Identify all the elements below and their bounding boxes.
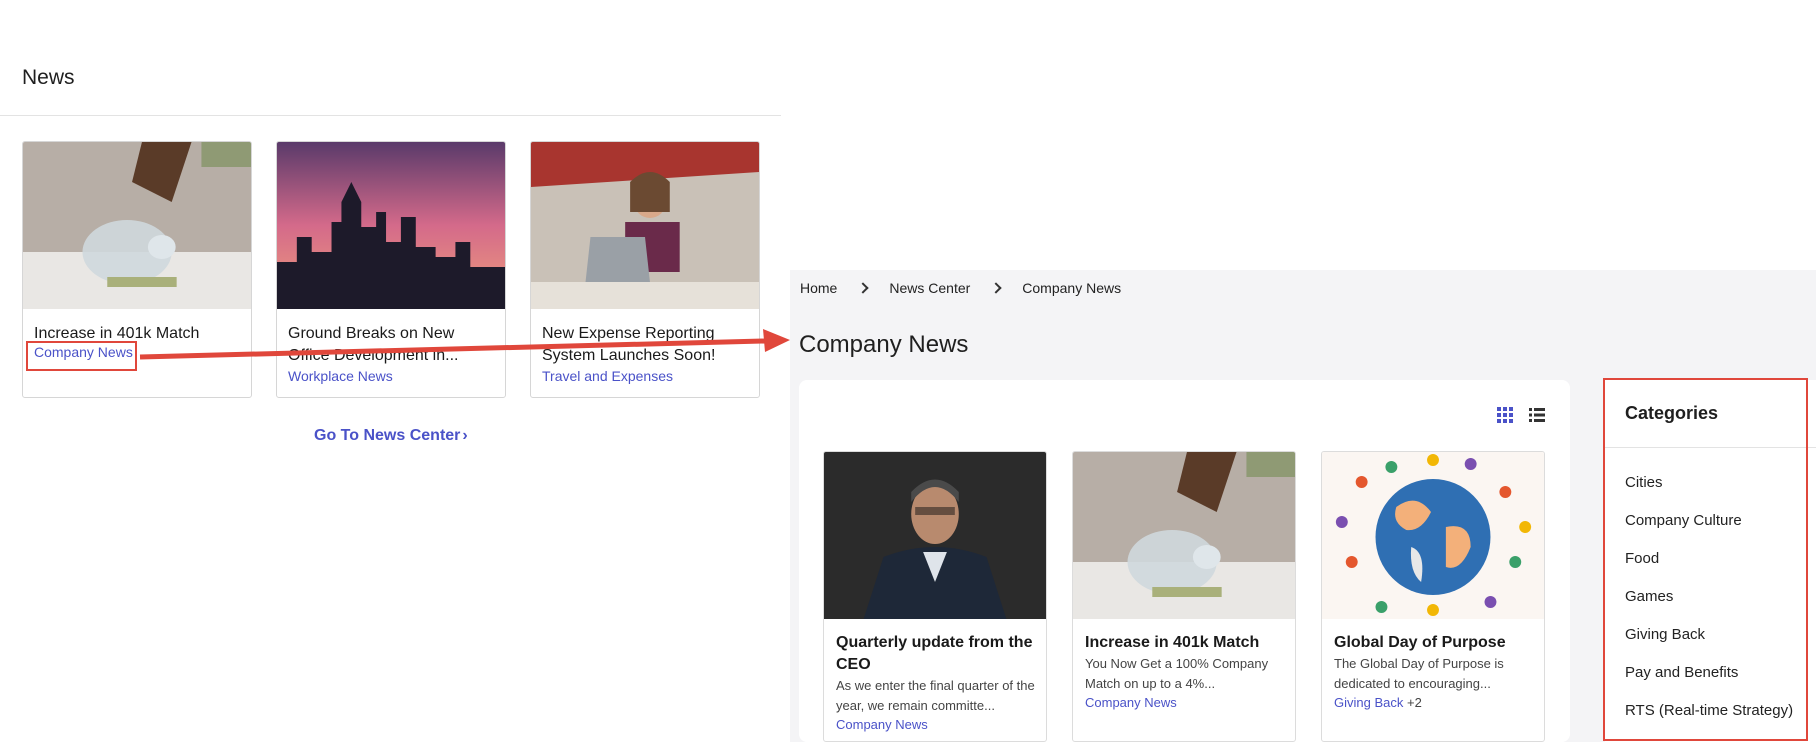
news-card-ceo[interactable]: Quarterly update from the CEO As we ente… <box>823 451 1047 742</box>
breadcrumb-news-center[interactable]: News Center <box>889 280 970 296</box>
card-category-link[interactable]: Workplace News <box>288 368 393 384</box>
piggy-bank-image <box>23 142 251 309</box>
news-card-global-day[interactable]: Global Day of Purpose The Global Day of … <box>1321 451 1545 742</box>
news-card-401k[interactable]: Increase in 401k Match You Now Get a 100… <box>1072 451 1296 742</box>
ceo-portrait-image <box>824 452 1046 619</box>
card-title[interactable]: Quarterly update from the CEO <box>836 632 1036 676</box>
card-description: As we enter the final quarter of the yea… <box>836 678 1035 713</box>
card-category-link[interactable]: Company News <box>1085 695 1177 710</box>
divider <box>0 115 781 116</box>
page-title: Company News <box>799 331 969 358</box>
breadcrumb-home[interactable]: Home <box>800 280 837 296</box>
highlight-box-category-link <box>26 341 137 371</box>
card-category-links: Giving Back +2 <box>1334 695 1422 710</box>
chevron-right-icon <box>990 282 1002 294</box>
card-category-link[interactable]: Giving Back <box>1334 695 1403 710</box>
highlight-box-categories <box>1603 378 1808 741</box>
breadcrumb: Home News Center Company News <box>800 280 1121 296</box>
chevron-right-icon <box>857 282 870 294</box>
globe-people-image <box>1322 452 1544 619</box>
woman-laptop-image <box>531 142 759 309</box>
go-to-news-center-link[interactable]: Go To News Center › <box>314 427 468 445</box>
card-description: You Now Get a 100% Company Match on up t… <box>1085 656 1269 691</box>
card-description: The Global Day of Purpose is dedicated t… <box>1334 656 1504 691</box>
news-widget-title: News <box>22 66 75 89</box>
breadcrumb-current: Company News <box>1022 280 1122 296</box>
grid-view-icon[interactable] <box>1497 407 1513 423</box>
card-category-link[interactable]: Company News <box>836 717 928 732</box>
piggy-bank-image <box>1073 452 1295 619</box>
list-view-icon[interactable] <box>1529 407 1545 423</box>
chevron-right-icon: › <box>462 427 468 444</box>
card-title[interactable]: Increase in 401k Match <box>1085 632 1285 654</box>
card-category-link[interactable]: Travel and Expenses <box>542 368 673 384</box>
city-skyline-image <box>277 142 505 309</box>
card-title[interactable]: Global Day of Purpose <box>1334 632 1534 654</box>
go-to-news-center-label[interactable]: Go To News Center <box>314 427 460 444</box>
annotation-arrow-icon <box>139 329 790 360</box>
more-categories-badge[interactable]: +2 <box>1407 695 1422 710</box>
